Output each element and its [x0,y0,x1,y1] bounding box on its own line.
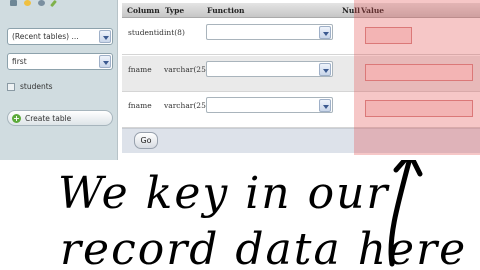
column-type: varchar(25) [164,65,209,74]
function-select[interactable] [206,24,333,40]
value-input[interactable] [365,100,473,117]
table-row: fname varchar(25) [122,92,480,128]
pencil-icon[interactable] [50,0,57,8]
column-name: fname [128,65,152,74]
column-name: studentid [128,28,164,37]
header-function: Function [207,6,245,15]
navigation-panel: (Recent tables) ... first students + Cre… [0,0,118,160]
lightbulb-icon[interactable] [24,0,31,6]
form-footer: Go [122,128,480,153]
header-value: Value [361,6,385,15]
handwritten-annotation: We key in our record data here [0,160,480,270]
header-null: Null [342,6,361,15]
arrow-icon [388,160,423,267]
recent-tables-value: (Recent tables) ... [12,32,79,41]
table-header: Column Type Function Null Value [122,3,480,18]
header-column: Column [127,6,160,15]
nav-icon-bar [10,0,57,8]
chevron-down-icon[interactable] [99,55,111,68]
info-icon[interactable] [38,0,45,6]
value-input[interactable] [365,27,412,44]
create-table-label: Create table [25,113,72,123]
recent-tables-select[interactable]: (Recent tables) ... [7,28,113,45]
go-button[interactable]: Go [134,132,158,149]
header-type: Type [165,6,185,15]
chevron-down-icon[interactable] [99,30,111,43]
create-table-button[interactable]: + Create table [7,110,113,126]
database-value: first [12,57,27,66]
chevron-down-icon[interactable] [319,26,331,39]
insert-form: Column Type Function Null Value studenti… [122,0,480,160]
table-icon [7,82,15,91]
function-select[interactable] [206,97,333,113]
database-select[interactable]: first [7,53,113,70]
chevron-down-icon[interactable] [319,63,331,76]
column-type: int(8) [164,28,185,37]
sidebar-item-label: students [20,82,53,91]
home-icon[interactable] [10,0,17,6]
table-row: studentid int(8) [122,19,480,55]
column-name: fname [128,101,152,110]
function-select[interactable] [206,61,333,77]
chevron-down-icon[interactable] [319,99,331,112]
sidebar-item-students[interactable]: students [7,82,53,91]
plus-icon: + [12,113,21,123]
column-type: varchar(25) [164,101,209,110]
table-row: fname varchar(25) [122,56,480,92]
value-input[interactable] [365,64,473,81]
